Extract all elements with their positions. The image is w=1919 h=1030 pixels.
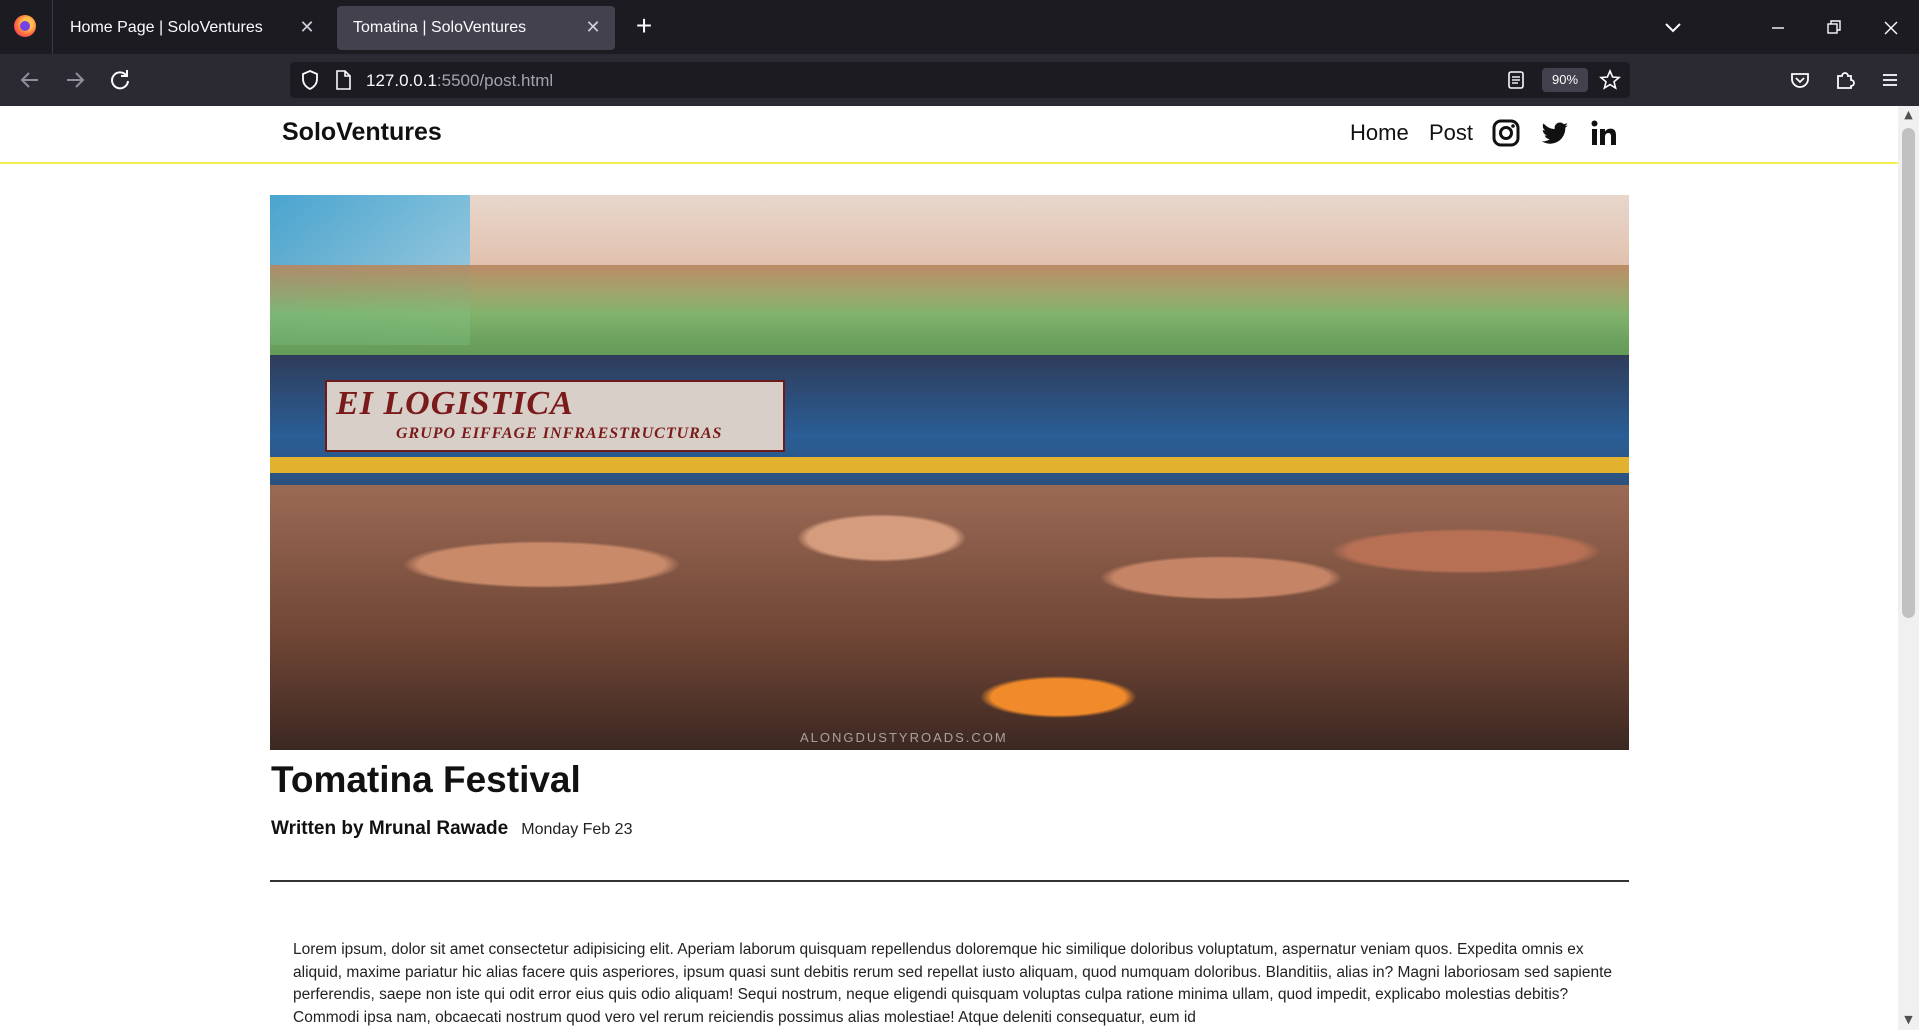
hero-sign-text: EI LOGISTICA (336, 385, 574, 422)
instagram-icon[interactable] (1490, 117, 1522, 149)
bookmark-star-icon[interactable] (1598, 68, 1622, 92)
post-hero-image: EI LOGISTICA GRUPO EIFFAGE INFRAESTRUCTU… (270, 195, 1629, 750)
tab-title: Home Page | SoloVentures (70, 19, 263, 36)
post-author: Written by Mrunal Rawade (271, 818, 509, 839)
tab-title: Tomatina | SoloVentures (353, 19, 527, 36)
post-divider (270, 880, 1629, 882)
browser-tab-strip: Home Page | SoloVentures ✕ Tomatina | So… (0, 0, 1919, 54)
post-date: Monday Feb 23 (521, 821, 633, 838)
nav-link-home[interactable]: Home (1350, 120, 1409, 146)
scrollbar-thumb[interactable] (1902, 128, 1915, 618)
hero-watermark: ALONGDUSTYROADS.COM (800, 730, 1008, 745)
hero-sign-subtext: GRUPO EIFFAGE INFRAESTRUCTURAS (396, 425, 723, 442)
reader-view-icon[interactable] (1504, 68, 1528, 92)
nav-link-post[interactable]: Post (1429, 120, 1473, 146)
forward-arrow-icon[interactable] (59, 64, 91, 96)
page-icon[interactable] (332, 69, 354, 91)
twitter-icon[interactable] (1539, 117, 1571, 149)
site-brand-logo[interactable]: SoloVentures (282, 118, 442, 147)
post-byline: Written by Mrunal Rawade Monday Feb 23 (271, 818, 632, 840)
new-tab-plus-icon[interactable]: + (629, 12, 659, 42)
hero-crowd (270, 485, 1629, 750)
url-host: 127.0.0.1 (366, 71, 437, 90)
list-all-tabs-chevron-icon[interactable] (1660, 14, 1686, 40)
close-tab-icon[interactable]: ✕ (297, 17, 317, 37)
scroll-up-arrow-icon[interactable]: ▲ (1902, 109, 1915, 121)
pocket-icon[interactable] (1784, 64, 1816, 96)
url-path: :5500/post.html (436, 71, 554, 90)
extensions-puzzle-icon[interactable] (1829, 64, 1861, 96)
hero-truck-riders (270, 265, 1629, 355)
page-scrollbar[interactable]: ▲ ▼ (1898, 106, 1919, 1030)
reload-icon[interactable] (104, 64, 136, 96)
tab-home-page[interactable]: Home Page | SoloVentures ✕ (54, 6, 329, 50)
firefox-logo-icon[interactable] (14, 15, 36, 37)
site-header: SoloVentures Home Post (0, 106, 1898, 164)
zoom-level-badge[interactable]: 90% (1542, 68, 1588, 92)
page-viewport: SoloVentures Home Post EI LOGISTICA GRUP… (0, 106, 1898, 1030)
minimize-window-icon[interactable] (1762, 12, 1794, 44)
restore-window-icon[interactable] (1818, 12, 1850, 44)
tab-tomatina[interactable]: Tomatina | SoloVentures ✕ (337, 6, 615, 50)
url-bar[interactable]: 127.0.0.1:5500/post.html 90% (290, 62, 1630, 98)
tab-separator (52, 0, 53, 54)
close-tab-icon[interactable]: ✕ (583, 17, 603, 37)
linkedin-icon[interactable] (1588, 117, 1620, 149)
scroll-down-arrow-icon[interactable]: ▼ (1902, 1014, 1915, 1026)
post-body: Lorem ipsum, dolor sit amet consectetur … (293, 941, 1613, 1026)
back-arrow-icon[interactable] (14, 64, 46, 96)
url-text[interactable]: 127.0.0.1:5500/post.html (366, 71, 553, 91)
hero-truck-stripe (270, 457, 1629, 473)
shield-icon[interactable] (298, 68, 322, 92)
browser-navigation-bar: 127.0.0.1:5500/post.html 90% (0, 54, 1919, 106)
hamburger-menu-icon[interactable] (1874, 64, 1906, 96)
post-title: Tomatina Festival (271, 759, 581, 800)
close-window-icon[interactable] (1875, 12, 1907, 44)
